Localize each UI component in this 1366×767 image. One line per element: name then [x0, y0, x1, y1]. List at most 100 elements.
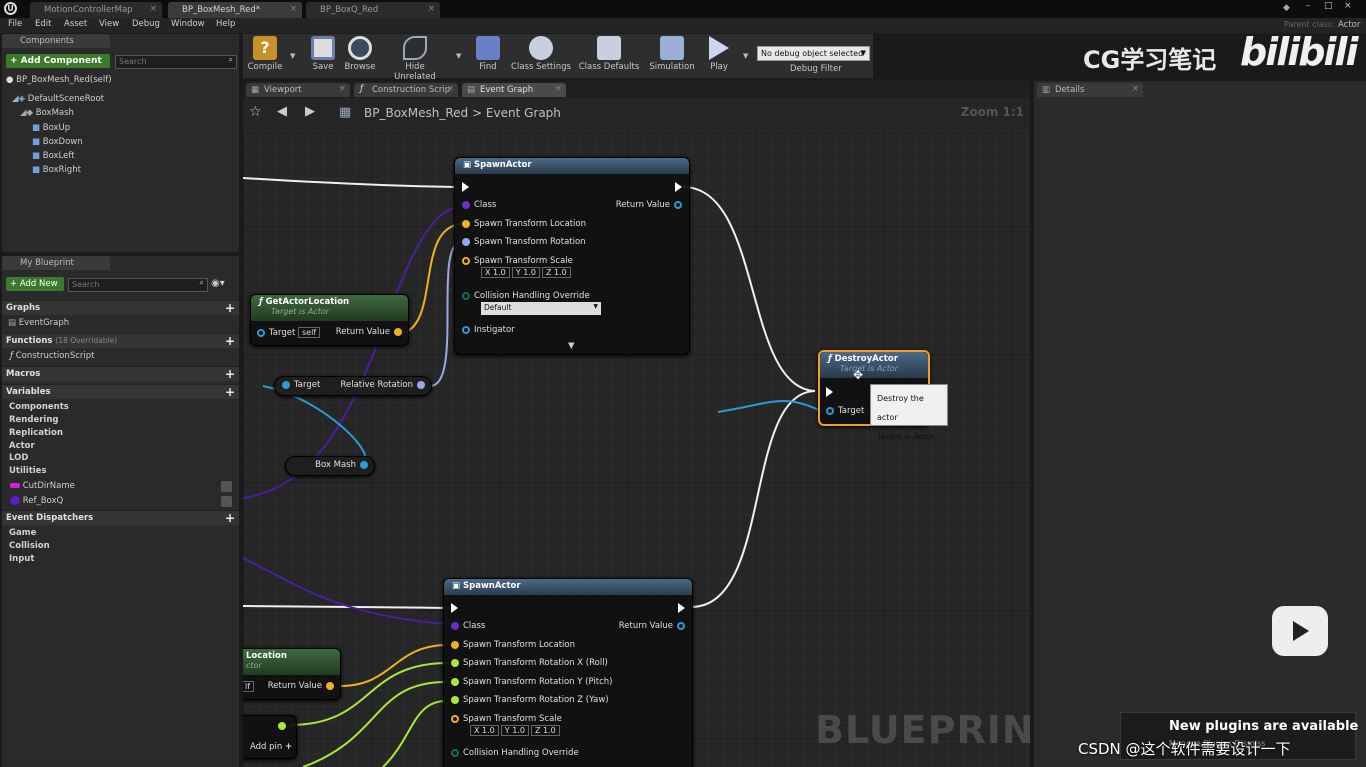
add-dispatcher-icon[interactable]: + — [225, 512, 235, 524]
menu-file[interactable]: File — [8, 19, 22, 29]
tv-play-icon[interactable] — [1272, 606, 1328, 656]
component-search-input[interactable]: Search ⌕ — [115, 55, 237, 69]
menu-edit[interactable]: Edit — [35, 19, 51, 29]
menu-asset[interactable]: Asset — [64, 19, 87, 29]
graph-item-eventgraph[interactable]: ▤ EventGraph — [8, 318, 69, 328]
return-value-pin[interactable]: Return Value — [616, 200, 682, 210]
scale-x-field[interactable]: X 1.0 — [481, 267, 510, 278]
find-button[interactable]: Find — [472, 36, 504, 76]
rotation-y-pin[interactable]: Spawn Transform Rotation Y (Pitch) — [451, 677, 613, 687]
minimize-icon[interactable]: – — [1306, 1, 1311, 11]
hide-unrelated-options-icon[interactable]: ▼ — [456, 52, 461, 60]
float-out-pin[interactable] — [278, 721, 290, 731]
variable-visibility-icon[interactable] — [221, 481, 232, 492]
section-functions[interactable]: Functions (18 Overridable) + — [2, 333, 239, 348]
close-window-icon[interactable]: × — [1344, 1, 1352, 11]
instigator-pin[interactable]: Instigator — [462, 325, 515, 335]
scale-y-field[interactable]: Y 1.0 — [500, 725, 529, 736]
exec-in-pin[interactable] — [462, 182, 469, 193]
component-boxmash[interactable]: ◢◆ BoxMash — [20, 108, 74, 118]
spawn-location-pin[interactable]: Spawn Transform Location — [462, 219, 586, 229]
close-icon[interactable]: × — [339, 84, 346, 94]
menu-view[interactable]: View — [99, 19, 119, 29]
component-defaultsceneroot[interactable]: ◢◈ DefaultSceneRoot — [12, 94, 104, 104]
event-graph-canvas[interactable]: ☆ ◀ ▶ ▦ BP_BoxMesh_Red > Event Graph Zoo… — [243, 98, 1030, 767]
menu-debug[interactable]: Debug — [132, 19, 160, 29]
browse-button[interactable]: Browse — [343, 36, 377, 76]
blueprint-search-input[interactable]: Search ⌕ — [68, 278, 208, 292]
component-boxdown[interactable]: ■ BoxDown — [32, 137, 83, 147]
file-tab-bp-boxmesh-red[interactable]: BP_BoxMesh_Red* × — [168, 2, 302, 18]
math-node[interactable]: Add pin + — [243, 715, 297, 759]
spawn-location-pin[interactable]: Spawn Transform Location — [451, 640, 575, 650]
hide-unrelated-button[interactable]: Hide Unrelated — [384, 36, 446, 82]
relative-rotation-pin[interactable]: Relative Rotation — [340, 380, 425, 390]
spawn-actor-node-2[interactable]: ▣ SpawnActor Class Return Value Spawn Tr… — [443, 578, 693, 767]
class-pin[interactable]: Class — [462, 200, 496, 210]
add-graph-icon[interactable]: + — [225, 302, 235, 314]
target-pin[interactable]: Target — [282, 380, 320, 390]
exec-in-pin[interactable] — [826, 387, 833, 398]
return-value-pin[interactable]: Return Value — [619, 621, 685, 631]
exec-out-pin[interactable] — [678, 603, 685, 614]
section-graphs[interactable]: Graphs + — [2, 300, 239, 315]
variable-ref-boxq[interactable]: Ref_BoxQ — [10, 496, 236, 507]
section-macros[interactable]: Macros + — [2, 366, 239, 381]
variable-visibility-icon[interactable] — [221, 496, 232, 507]
tab-construction-script[interactable]: ƒ Construction Scrip × — [354, 83, 458, 97]
exec-in-pin[interactable] — [451, 603, 458, 614]
tab-details[interactable]: ▥ Details × — [1037, 83, 1143, 97]
rotation-x-pin[interactable]: Spawn Transform Rotation X (Roll) — [451, 658, 608, 668]
return-value-pin[interactable]: Return Value — [268, 681, 334, 691]
var-category-utilities[interactable]: Utilities — [9, 466, 47, 476]
compile-button[interactable]: ? Compile — [246, 36, 284, 76]
dispatcher-category-game[interactable]: Game — [9, 528, 36, 538]
collision-override-pin[interactable]: Collision Handling Override — [462, 291, 590, 301]
expand-arrow-icon[interactable]: ▼ — [568, 341, 575, 351]
component-boxup[interactable]: ■ BoxUp — [32, 123, 70, 133]
component-self[interactable]: ● BP_BoxMesh_Red(self) — [6, 75, 112, 85]
notification-icon[interactable]: ◆ — [1283, 3, 1290, 13]
add-new-button[interactable]: + Add New — [6, 277, 64, 291]
rotation-z-pin[interactable]: Spawn Transform Rotation Z (Yaw) — [451, 695, 609, 705]
section-variables[interactable]: Variables + — [2, 384, 239, 399]
tab-viewport[interactable]: ▦ Viewport × — [246, 83, 350, 97]
variable-cutdirname[interactable]: CutDirName — [10, 481, 236, 492]
add-pin-button[interactable]: Add pin + — [250, 742, 292, 752]
target-pin[interactable]: Target self — [257, 327, 322, 338]
get-actor-location-node[interactable]: ƒ GetActorLocation Target is Actor Target… — [250, 294, 409, 346]
node-header[interactable]: ƒ GetActorLocation Target is Actor — [251, 295, 408, 321]
tab-my-blueprint[interactable]: My Blueprint — [2, 256, 110, 270]
close-icon[interactable]: × — [290, 4, 297, 14]
save-button[interactable]: Save — [307, 36, 339, 76]
section-event-dispatchers[interactable]: Event Dispatchers + — [2, 510, 239, 525]
node-header[interactable]: ▣ SpawnActor — [455, 158, 689, 174]
return-value-pin[interactable]: Return Value — [336, 327, 402, 337]
simulation-button[interactable]: Simulation — [648, 36, 696, 76]
var-category-rendering[interactable]: Rendering — [9, 415, 58, 425]
play-options-icon[interactable]: ▼ — [743, 52, 748, 60]
view-options-icon[interactable]: ◉▾ — [211, 278, 225, 289]
var-category-actor[interactable]: Actor — [9, 441, 35, 451]
class-defaults-button[interactable]: Class Defaults — [578, 36, 640, 76]
unreal-logo-icon[interactable]: U — [4, 2, 17, 15]
file-tab-bp-boxq-red[interactable]: BP_BoxQ_Red × — [306, 2, 440, 18]
close-icon[interactable]: × — [428, 4, 435, 14]
collision-override-pin[interactable]: Collision Handling Override — [451, 748, 579, 758]
close-icon[interactable]: × — [555, 84, 562, 94]
spawn-rotation-pin[interactable]: Spawn Transform Rotation — [462, 237, 586, 247]
add-component-button[interactable]: + Add Component — [6, 54, 110, 68]
scale-x-field[interactable]: X 1.0 — [470, 725, 499, 736]
compile-options-icon[interactable]: ▼ — [290, 52, 295, 60]
tab-event-graph[interactable]: ▤ Event Graph × — [462, 83, 566, 97]
add-variable-icon[interactable]: + — [225, 386, 235, 398]
get-actor-location-node-2[interactable]: Location ctor lf Return Value — [243, 648, 341, 700]
maximize-icon[interactable]: □ — [1324, 1, 1333, 11]
dispatcher-category-collision[interactable]: Collision — [9, 541, 50, 551]
spawn-actor-node[interactable]: ▣ SpawnActor Class Return Value Spawn Tr… — [454, 157, 690, 355]
add-function-icon[interactable]: + — [225, 335, 235, 347]
get-relative-rotation-node[interactable]: Target Relative Rotation — [274, 376, 432, 396]
node-header[interactable]: Location ctor — [243, 649, 340, 675]
close-icon[interactable]: × — [1132, 84, 1139, 94]
spawn-scale-pin[interactable]: Spawn Transform Scale — [451, 714, 562, 724]
